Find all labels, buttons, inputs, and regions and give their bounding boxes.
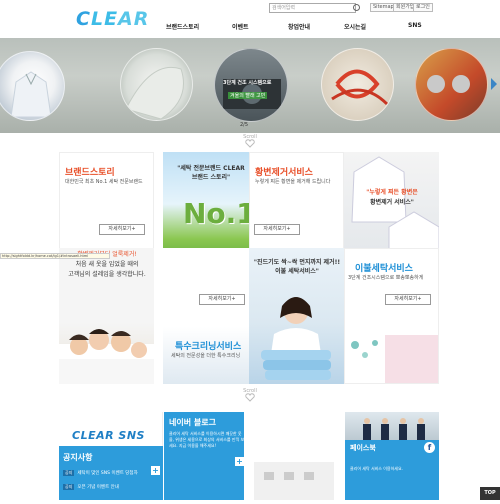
bedding-service-more-button[interactable]: 자세히보기+: [385, 294, 431, 305]
facebook-photo[interactable]: [345, 412, 439, 440]
stain-quote-line2: 황변제거 서비스": [370, 199, 414, 206]
blog-preview-image: [254, 462, 334, 500]
blog-preview[interactable]: [244, 412, 344, 500]
bedding-service-title: 이불세탁서비스: [355, 264, 413, 274]
notice-row[interactable]: 공지 세탁이 맞인 SNS 이벤트 당첨자: [63, 470, 138, 476]
nav-brand-story[interactable]: 브랜드스토리: [166, 22, 199, 31]
search-input[interactable]: 검색어입력: [269, 3, 356, 13]
team-photo: [363, 418, 425, 440]
slide-shirt-image[interactable]: [0, 51, 65, 121]
notice-title: 공지사항: [63, 453, 93, 462]
service-grid: 브랜드스토리 대한민국 최초 No.1 세탁 전문브랜드 자세히보기+ "세탁 …: [59, 152, 439, 384]
slide-laundromat-image[interactable]: [415, 48, 488, 121]
towels-flowers-photo: [351, 335, 438, 383]
slide-drying-system-image[interactable]: 3단계 건조 시스템으로 겨울의 빨래 고민: [214, 48, 288, 122]
heart-icon: [245, 139, 255, 148]
yellow-text-line2: 처음 새 옷을 입었을 때의: [75, 261, 139, 268]
special-cleaning-more-button[interactable]: 자세히보기+: [199, 294, 245, 305]
stain-removal-more-button[interactable]: 자세히보기+: [254, 224, 300, 235]
special-cleaning-desc: 세탁의 전문성을 더한 특수크리닝: [171, 353, 241, 359]
stain-removal-desc: 누렇게 찌든 황변을 제거해 드립니다: [255, 179, 331, 185]
woman-towels-photo: [261, 297, 331, 380]
slide-fabric-image[interactable]: [120, 48, 193, 121]
notice-row[interactable]: 공지 오픈 기념 이벤트 안내: [63, 484, 119, 490]
notice-more-button[interactable]: +: [151, 466, 160, 475]
brand-story-desc: 대한민국 최초 No.1 세탁 전문브랜드: [65, 179, 143, 185]
nav-event[interactable]: 이벤트: [232, 22, 249, 31]
facebook-desc: 클리어 세탁 서비스 이용하세요.: [350, 466, 403, 471]
slide-caption-1: 3단계 건조 시스템으로: [223, 80, 272, 86]
naver-blog-box[interactable]: 네이버 블로그 클리어 세탁 서비스를 이용하시면 깨끗한 옷을, 위생은 세용…: [164, 412, 244, 500]
family-card[interactable]: 황변제거부터 얼룩제거! 처음 새 옷을 입었을 때의 고객님의 설레임을 생각…: [59, 248, 154, 384]
family-photo: [59, 329, 154, 384]
slide-caption-2: 겨울의 빨래 고민: [228, 92, 268, 99]
bedding-quote-line2: 이불 세탁서비스": [275, 268, 319, 275]
slide-rope-image[interactable]: [321, 48, 394, 121]
facebook-box[interactable]: 페이스북 f 클리어 세탁 서비스 이용하세요.: [345, 440, 439, 500]
nav-franchise[interactable]: 창업안내: [288, 22, 310, 31]
facebook-icon[interactable]: f: [424, 442, 435, 453]
brand-quote-line2: 브랜드 스토리": [191, 174, 231, 181]
slide-counter: 2/5: [240, 122, 249, 128]
facebook-title: 페이스북: [350, 444, 376, 452]
brand-story-title: 브랜드스토리: [65, 168, 115, 178]
brand-quote-line1: "세탁 전문브랜드 CLEAR: [177, 165, 245, 172]
bedding-service-desc: 3단계 건조시스템으로 뽀송뽀송하게: [348, 275, 424, 281]
search-icon[interactable]: [353, 4, 360, 11]
nav-sns[interactable]: SNS: [408, 22, 422, 29]
stain-quote-line1: "누렇게 찌든 황변은: [366, 189, 418, 196]
bedding-photo-card[interactable]: "진드기도 싹~싹 먼지까지 제거!! 이불 세탁서비스": [249, 248, 344, 384]
sns-title: CLEAR SNS: [72, 429, 145, 442]
blog-title: 네이버 블로그: [169, 418, 216, 427]
special-cleaning-title: 특수크리닝서비스: [175, 342, 242, 352]
header: CLEAR 검색어입력 Sitemap 회원가입 로그인 브랜드스토리 이벤트 …: [0, 0, 500, 38]
logo[interactable]: CLEAR: [76, 8, 148, 32]
login-link[interactable]: 로그인: [413, 3, 433, 12]
yellow-text-line3: 고객님의 설레임을 생각합니다.: [68, 271, 146, 278]
bedding-service-card[interactable]: 이불세탁서비스 3단계 건조시스템으로 뽀송뽀송하게 자세히보기+: [344, 248, 439, 384]
bedding-quote-line1: "진드기도 싹~싹 먼지까지 제거!!: [253, 259, 341, 266]
nav-location[interactable]: 오시는길: [344, 22, 366, 31]
blog-desc: 클리어 세탁 서비스를 이용하시면 깨끗한 옷을, 위생은 세용으로 최상의 서…: [169, 431, 245, 448]
bottom-section: CLEAR SNS 공지사항 + 공지 세탁이 맞인 SNS 이벤트 당첨자 공지…: [59, 412, 439, 500]
scroll-top-button[interactable]: TOP: [480, 487, 500, 500]
sns-banner[interactable]: CLEAR SNS: [59, 412, 163, 446]
status-tooltip: http://sightfoldd.kr/home.cot/ig1/#intro…: [0, 253, 110, 259]
hero-slider: 3단계 건조 시스템으로 겨울의 빨래 고민 2/5: [0, 38, 500, 133]
special-cleaning-card[interactable]: 자세히보기+ 특수크리닝서비스 세탁의 전문성을 더한 특수크리닝: [163, 248, 258, 384]
stain-removal-title: 황변제거서비스: [255, 168, 313, 178]
notice-box: 공지사항 + 공지 세탁이 맞인 SNS 이벤트 당첨자 공지 오픈 기념 이벤트 …: [59, 446, 163, 500]
blog-more-button[interactable]: +: [235, 457, 244, 466]
slider-next-icon[interactable]: [491, 78, 497, 90]
heart-icon-2: [245, 393, 255, 402]
brand-story-more-button[interactable]: 자세히보기+: [99, 224, 145, 235]
no1-graphic: No.1: [183, 197, 256, 230]
